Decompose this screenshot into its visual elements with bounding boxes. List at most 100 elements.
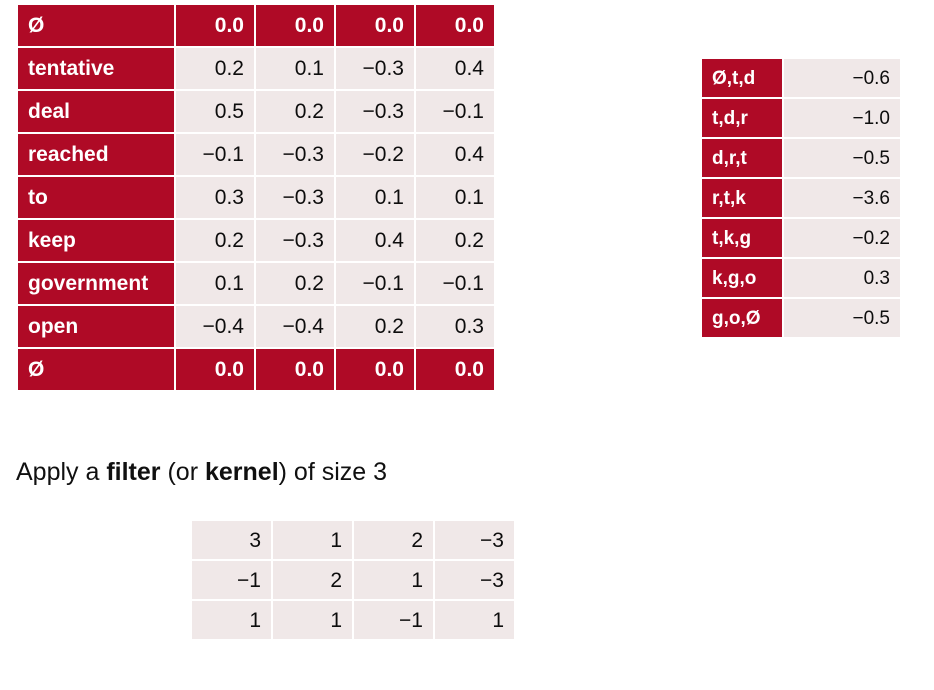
embedding-cell: 0.4 — [416, 134, 494, 175]
scores-row-label: d,r,t — [702, 139, 782, 177]
scores-cell: −1.0 — [784, 99, 900, 137]
embedding-row: Ø 0.0 0.0 0.0 0.0 — [18, 349, 494, 390]
embedding-cell: −0.1 — [336, 263, 414, 304]
scores-row: t,k,g −0.2 — [702, 219, 900, 257]
caption-bold-kernel: kernel — [204, 458, 279, 486]
embedding-cell: 0.0 — [256, 349, 334, 390]
scores-row-label: g,o,Ø — [702, 299, 782, 337]
scores-cell: −3.6 — [784, 179, 900, 217]
scores-row-label: k,g,o — [702, 259, 782, 297]
embedding-cell: 0.2 — [256, 91, 334, 132]
scores-row: Ø,t,d −0.6 — [702, 59, 900, 97]
embedding-row-label: keep — [18, 220, 174, 261]
embedding-cell: 0.2 — [416, 220, 494, 261]
scores-row: t,d,r −1.0 — [702, 99, 900, 137]
trigram-scores-body: Ø,t,d −0.6 t,d,r −1.0 d,r,t −0.5 r,t,k −3.6 t,k,… — [702, 59, 900, 337]
embedding-row: tentative 0.2 0.1 −0.3 0.4 — [18, 48, 494, 89]
filter-cell: 1 — [435, 601, 514, 639]
embedding-cell: 0.2 — [176, 220, 254, 261]
embedding-matrix-body: Ø 0.0 0.0 0.0 0.0 tentative 0.2 0.1 −0.3 0.4 deal 0… — [18, 5, 494, 390]
filter-cell: −1 — [354, 601, 433, 639]
embedding-cell: −0.1 — [176, 134, 254, 175]
embedding-cell: 0.0 — [256, 5, 334, 46]
embedding-cell: −0.2 — [336, 134, 414, 175]
scores-cell: 0.3 — [784, 259, 900, 297]
embedding-cell: 0.5 — [176, 91, 254, 132]
embedding-cell: −0.3 — [256, 134, 334, 175]
filter-kernel-body: 3 1 2 −3 −1 2 1 −3 1 1 −1 1 — [192, 521, 514, 639]
embedding-cell: 0.0 — [176, 349, 254, 390]
scores-cell: −0.2 — [784, 219, 900, 257]
filter-cell: −3 — [435, 561, 514, 599]
embedding-cell: 0.3 — [416, 306, 494, 347]
filter-row: 3 1 2 −3 — [192, 521, 514, 559]
scores-row: r,t,k −3.6 — [702, 179, 900, 217]
embedding-row-label: Ø — [18, 349, 174, 390]
embedding-row-label: reached — [18, 134, 174, 175]
filter-cell: −1 — [192, 561, 271, 599]
scores-cell: −0.5 — [784, 299, 900, 337]
embedding-cell: 0.4 — [336, 220, 414, 261]
filter-kernel-table: 3 1 2 −3 −1 2 1 −3 1 1 −1 1 — [190, 519, 516, 641]
embedding-row-label: deal — [18, 91, 174, 132]
embedding-cell: −0.3 — [256, 177, 334, 218]
embedding-cell: −0.1 — [416, 263, 494, 304]
filter-cell: 3 — [192, 521, 271, 559]
filter-cell: −3 — [435, 521, 514, 559]
embedding-cell: 0.2 — [256, 263, 334, 304]
caption-text-2: (or — [160, 458, 205, 486]
scores-row-label: Ø,t,d — [702, 59, 782, 97]
embedding-cell: 0.0 — [416, 5, 494, 46]
filter-cell: 1 — [273, 521, 352, 559]
embedding-row-label: open — [18, 306, 174, 347]
embedding-cell: 0.1 — [336, 177, 414, 218]
embedding-cell: −0.3 — [256, 220, 334, 261]
embedding-cell: 0.1 — [256, 48, 334, 89]
scores-cell: −0.6 — [784, 59, 900, 97]
filter-cell: 1 — [192, 601, 271, 639]
embedding-cell: 0.0 — [416, 349, 494, 390]
scores-cell: −0.5 — [784, 139, 900, 177]
embedding-cell: 0.4 — [416, 48, 494, 89]
scores-row: g,o,Ø −0.5 — [702, 299, 900, 337]
embedding-cell: 0.1 — [416, 177, 494, 218]
filter-cell: 2 — [354, 521, 433, 559]
caption-text-3: ) of size 3 — [278, 458, 388, 486]
scores-row: d,r,t −0.5 — [702, 139, 900, 177]
embedding-cell: 0.3 — [176, 177, 254, 218]
filter-row: 1 1 −1 1 — [192, 601, 514, 639]
embedding-cell: 0.2 — [336, 306, 414, 347]
filter-caption: Apply a filter (or kernel) of size 3 — [16, 458, 387, 487]
embedding-row: government 0.1 0.2 −0.1 −0.1 — [18, 263, 494, 304]
trigram-scores-table: Ø,t,d −0.6 t,d,r −1.0 d,r,t −0.5 r,t,k −3.6 t,k,… — [700, 57, 902, 339]
embedding-cell: 0.2 — [176, 48, 254, 89]
filter-cell: 2 — [273, 561, 352, 599]
scores-row-label: t,d,r — [702, 99, 782, 137]
embedding-cell: −0.4 — [176, 306, 254, 347]
embedding-row-label: tentative — [18, 48, 174, 89]
caption-bold-filter: filter — [106, 458, 161, 486]
filter-row: −1 2 1 −3 — [192, 561, 514, 599]
embedding-cell: −0.3 — [336, 91, 414, 132]
embedding-row: deal 0.5 0.2 −0.3 −0.1 — [18, 91, 494, 132]
embedding-cell: −0.1 — [416, 91, 494, 132]
scores-row: k,g,o 0.3 — [702, 259, 900, 297]
embedding-row: keep 0.2 −0.3 0.4 0.2 — [18, 220, 494, 261]
embedding-cell: 0.0 — [336, 5, 414, 46]
embedding-row-label: Ø — [18, 5, 174, 46]
scores-row-label: r,t,k — [702, 179, 782, 217]
embedding-row: open −0.4 −0.4 0.2 0.3 — [18, 306, 494, 347]
embedding-cell: −0.4 — [256, 306, 334, 347]
embedding-cell: 0.0 — [336, 349, 414, 390]
embedding-cell: 0.1 — [176, 263, 254, 304]
embedding-cell: −0.3 — [336, 48, 414, 89]
filter-cell: 1 — [273, 601, 352, 639]
embedding-matrix-table: Ø 0.0 0.0 0.0 0.0 tentative 0.2 0.1 −0.3 0.4 deal 0… — [16, 3, 496, 392]
embedding-row: to 0.3 −0.3 0.1 0.1 — [18, 177, 494, 218]
scores-row-label: t,k,g — [702, 219, 782, 257]
embedding-row-label: to — [18, 177, 174, 218]
filter-cell: 1 — [354, 561, 433, 599]
caption-text-1: Apply a — [16, 458, 107, 486]
embedding-row: reached −0.1 −0.3 −0.2 0.4 — [18, 134, 494, 175]
embedding-row: Ø 0.0 0.0 0.0 0.0 — [18, 5, 494, 46]
